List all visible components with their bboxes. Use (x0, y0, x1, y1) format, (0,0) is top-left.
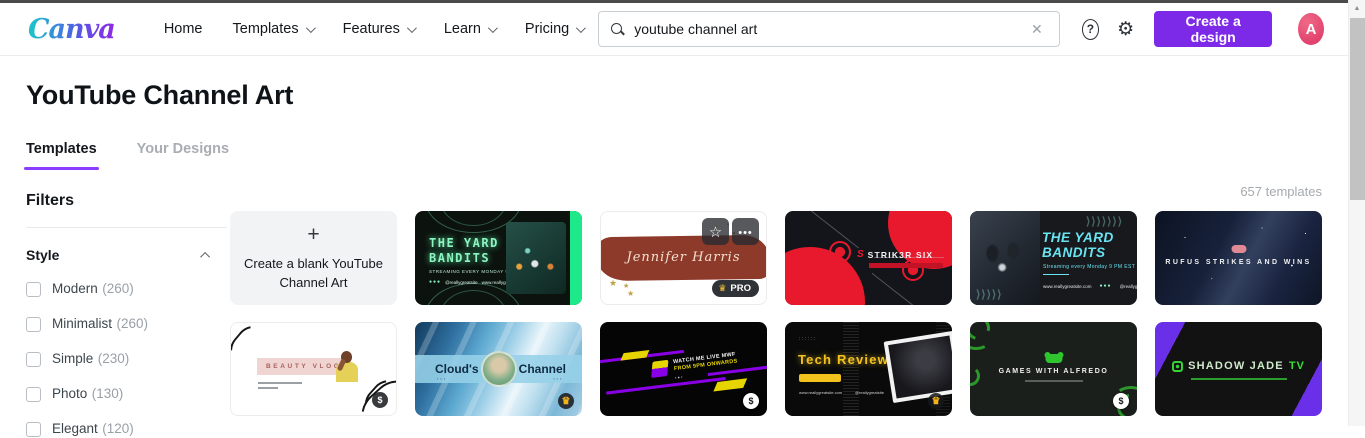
chevron-down-icon (306, 23, 316, 33)
checkbox-simple[interactable] (26, 352, 41, 367)
chevron-down-icon (488, 23, 498, 33)
red-circle-decoration (888, 211, 952, 269)
tab-templates[interactable]: Templates (26, 141, 97, 170)
nav-templates[interactable]: Templates (218, 21, 328, 37)
template-rufus-strikes[interactable]: RUFUS STRIKES AND WINS (1155, 211, 1322, 305)
top-border-line (0, 0, 1348, 3)
scrollbar-up-arrow[interactable]: ▲ (1349, 0, 1365, 16)
tab-bar: Templates Your Designs (26, 141, 1348, 170)
subscribe-button-graphic (799, 374, 841, 382)
channel-logo (1172, 361, 1183, 372)
avatar[interactable]: A (1298, 13, 1324, 45)
style-section-header[interactable]: Style (26, 247, 210, 263)
pink-banner: BEAUTY VLOG (257, 358, 345, 375)
paid-dollar-badge: $ (372, 392, 388, 408)
divider (26, 227, 227, 228)
filter-option-modern[interactable]: Modern (260) (26, 280, 230, 298)
nav-learn[interactable]: Learn (429, 21, 510, 37)
crown-icon: ♛ (718, 284, 726, 293)
person-photo-tilted (884, 331, 952, 403)
checkbox-photo[interactable] (26, 387, 41, 402)
small-text-line (258, 387, 278, 389)
s-logo: S (857, 249, 864, 260)
chevron-down-icon (407, 23, 417, 33)
filter-option-photo[interactable]: Photo (130) (26, 385, 230, 403)
template-photo (506, 222, 566, 294)
main-nav: Home Templates Features Learn Pricing (149, 21, 598, 37)
grunge-texture (843, 322, 859, 416)
person-photo-circle (481, 351, 517, 387)
chevron-pattern: ⟩⟩⟩⟩⟩⟩⟩ (1086, 215, 1123, 228)
template-tech-review[interactable]: :::::: Tech Review www.reallygreatsite.c… (785, 322, 952, 416)
red-ring-decoration (829, 241, 851, 263)
paid-dollar-badge: $ (1113, 393, 1129, 409)
page-title: YouTube Channel Art (26, 80, 1348, 111)
paid-dollar-badge: $ (743, 393, 759, 409)
search-icon (611, 23, 624, 36)
scrollbar-thumb[interactable] (1350, 18, 1365, 200)
template-grid: + Create a blank YouTube Channel Art THE… (230, 211, 1322, 416)
template-games-with-alfredo[interactable]: GAMES WITH ALFREDO $ (970, 322, 1137, 416)
filter-option-elegant[interactable]: Elegant (120) (26, 420, 230, 438)
create-blank-card[interactable]: + Create a blank YouTube Channel Art (230, 211, 397, 305)
pro-crown-badge: ♛ (558, 393, 574, 409)
template-jennifer-harris[interactable]: Jennifer Harris ★ ★ ★ ☆ ••• ♛ PRO (600, 211, 767, 305)
game-controller-icon (1231, 245, 1246, 253)
purple-stripe (606, 377, 725, 395)
pro-badge: ♛ PRO (712, 280, 759, 297)
pro-crown-badge: ♛ (928, 393, 944, 409)
search-value[interactable]: youtube channel art (634, 21, 1017, 37)
results-count: 657 templates (230, 184, 1322, 199)
filters-sidebar: Filters Style Modern (260) Minimalist (2… (0, 178, 230, 438)
create-a-design-button[interactable]: Create a design (1154, 11, 1272, 47)
canva-logo[interactable]: Canva (28, 14, 115, 45)
nav-features[interactable]: Features (328, 21, 429, 37)
red-bar (869, 263, 943, 268)
star-decoration: ★ (609, 278, 617, 289)
style-section-label: Style (26, 247, 59, 263)
yellow-stripe (620, 350, 649, 361)
chevron-pattern: ⟩⟩⟩⟩⟩ (976, 288, 1002, 301)
page-content: YouTube Channel Art Templates Your Desig… (0, 56, 1348, 426)
nav-home[interactable]: Home (149, 21, 218, 37)
channel-logo (651, 360, 668, 378)
green-strip (570, 211, 582, 305)
star-decoration: ★ (627, 289, 634, 298)
game-controller-icon (1045, 354, 1062, 363)
search-clear-icon[interactable]: ✕ (1027, 19, 1047, 40)
filter-option-simple[interactable]: Simple (230) (26, 350, 230, 368)
checkbox-elegant[interactable] (26, 422, 41, 437)
social-icons: ●●● (429, 279, 441, 285)
template-shadow-jade-tv[interactable]: SHADOW JADE TV (1155, 322, 1322, 416)
red-circle-decoration (785, 247, 865, 305)
template-yard-bandits-cyan[interactable]: ⟩⟩⟩⟩⟩⟩⟩ ⟩⟩⟩⟩⟩ THE YARDBANDITS Streaming … (970, 211, 1137, 305)
nav-pricing[interactable]: Pricing (510, 21, 598, 37)
plus-icon: + (307, 224, 319, 245)
checkbox-modern[interactable] (26, 282, 41, 297)
favorite-star-button[interactable]: ☆ (702, 218, 729, 245)
tab-your-designs[interactable]: Your Designs (137, 141, 229, 170)
more-options-button[interactable]: ••• (732, 218, 759, 245)
small-text-line (1025, 380, 1083, 382)
template-yard-bandits-neon[interactable]: THE YARDBANDITS STREAMING EVERY MONDAY 9… (415, 211, 582, 305)
help-icon[interactable]: ? (1082, 19, 1099, 40)
filter-option-minimalist[interactable]: Minimalist (260) (26, 315, 230, 333)
gear-icon[interactable]: ⚙ (1117, 20, 1134, 39)
template-clouds-channel[interactable]: Cloud's Channel ▪ ▪ ▪ ▪ ▪ ▪ ♛ (415, 322, 582, 416)
social-icons: ●●● (1100, 283, 1112, 289)
search-input[interactable]: youtube channel art ✕ (598, 11, 1059, 47)
small-text-line (1191, 378, 1287, 380)
chevron-up-icon (200, 251, 210, 261)
top-navigation-bar: Canva Home Templates Features Learn Pric… (0, 3, 1348, 56)
chevron-down-icon (576, 23, 586, 33)
checkbox-minimalist[interactable] (26, 317, 41, 332)
template-watch-me-live[interactable]: WATCH ME LIVE MWF FROM 9PM ONWARDS ▪ ● ▪… (600, 322, 767, 416)
template-beauty-vlog[interactable]: BEAUTY VLOG $ (230, 322, 397, 416)
scrollbar[interactable]: ▲ (1348, 0, 1365, 426)
small-text-line (258, 382, 302, 384)
template-strik3r-six[interactable]: S STRIK3R SIX (785, 211, 952, 305)
filters-heading: Filters (26, 192, 230, 210)
